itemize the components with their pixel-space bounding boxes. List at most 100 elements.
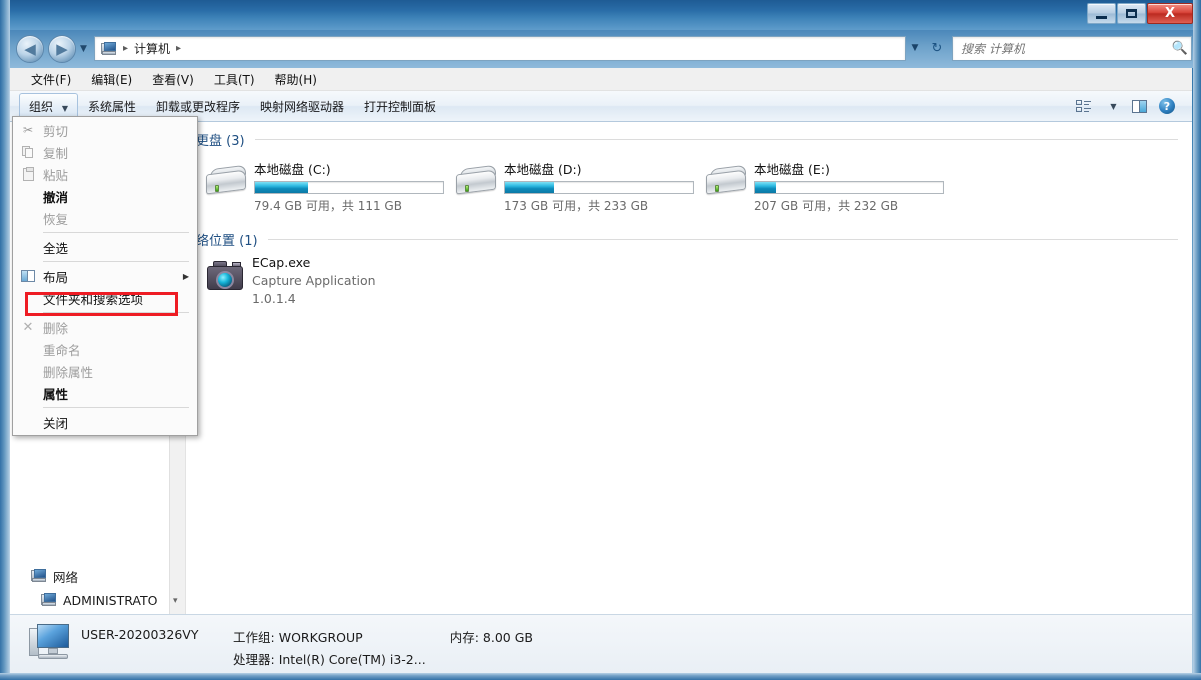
camera-icon xyxy=(204,255,246,295)
menu-item-cut[interactable]: ✂ 剪切 xyxy=(13,119,197,141)
menu-help[interactable]: 帮助(H) xyxy=(265,68,327,91)
close-button[interactable]: X xyxy=(1147,3,1193,24)
menu-item-label: 恢复 xyxy=(43,209,68,228)
network-computers-list: ADMINISTRATO ASUS-PC DABAO DESKTOP DESKT… xyxy=(9,588,186,614)
drive-tile-e[interactable]: 本地磁盘 (E:) 207 GB 可用，共 232 GB xyxy=(704,157,954,216)
status-memory-column: 内存: 8.00 GB xyxy=(450,627,570,668)
sidebar-item-label: ADMINISTRATO xyxy=(63,593,158,608)
view-dropdown-button[interactable]: ▼ xyxy=(1098,95,1124,118)
explorer-window: X ◀ ▶ ▼ ▸ 计算机 ▸ ▼ ↻ 🔍 xyxy=(0,0,1201,680)
menu-item-folder-and-search-options[interactable]: 文件夹和搜索选项 xyxy=(13,287,197,309)
menu-tools[interactable]: 工具(T) xyxy=(204,68,265,91)
toolbar-right-group: ▼ ? xyxy=(1070,95,1192,118)
forward-button[interactable]: ▶ xyxy=(48,35,76,63)
menu-item-close[interactable]: 关闭 xyxy=(13,411,197,433)
minimize-button[interactable] xyxy=(1087,3,1116,24)
group-title: 更盘 (3) xyxy=(196,130,245,149)
breadcrumb-separator-1[interactable]: ▸ xyxy=(172,43,185,54)
no-icon xyxy=(13,360,43,382)
delete-x-icon: ✕ xyxy=(13,316,43,338)
menu-item-label: 全选 xyxy=(43,238,68,257)
network-icon xyxy=(31,569,47,583)
window-controls: X xyxy=(1086,3,1193,24)
menu-item-copy[interactable]: 复制 xyxy=(13,141,197,163)
no-icon xyxy=(13,236,43,258)
address-bar[interactable]: ▸ 计算机 ▸ xyxy=(94,36,906,61)
menu-item-delete[interactable]: ✕ 删除 xyxy=(13,316,197,338)
menu-edit[interactable]: 编辑(E) xyxy=(81,68,142,91)
drive-capacity-bar xyxy=(504,181,694,194)
copy-icon xyxy=(13,141,43,163)
window-border-bottom xyxy=(0,673,1201,680)
breadcrumb-item-computer[interactable]: 计算机 xyxy=(132,40,172,57)
scissors-icon: ✂ xyxy=(13,119,43,141)
file-tile-ecap[interactable]: ECap.exe Capture Application 1.0.1.4 xyxy=(186,251,1192,309)
menu-item-label: 删除 xyxy=(43,318,68,337)
chevron-down-icon: ▼ xyxy=(912,43,919,53)
no-icon xyxy=(13,287,43,309)
computer-name-value: USER-20200326VY xyxy=(81,627,233,642)
workgroup-row: 工作组: WORKGROUP xyxy=(233,627,426,646)
workgroup-label: 工作组: xyxy=(233,630,275,645)
preview-pane-icon xyxy=(1132,100,1147,113)
hard-drive-icon xyxy=(204,159,248,199)
chevron-down-icon: ▼ xyxy=(80,44,87,54)
sidebar-item-network[interactable]: 网络 xyxy=(9,564,78,588)
recent-locations-button[interactable]: ▼ xyxy=(80,44,90,54)
menu-item-label: 关闭 xyxy=(43,413,68,432)
file-name: ECap.exe xyxy=(252,255,1192,270)
file-version: 1.0.1.4 xyxy=(252,291,1192,306)
computer-icon xyxy=(41,593,57,607)
menu-item-paste[interactable]: 粘贴 xyxy=(13,163,197,185)
menu-separator xyxy=(43,261,189,262)
menu-item-label: 撤消 xyxy=(43,187,68,206)
scroll-down-icon[interactable]: ▾ xyxy=(173,596,178,606)
drive-capacity-fill xyxy=(255,182,308,193)
menu-item-select-all[interactable]: 全选 xyxy=(13,236,197,258)
paste-icon xyxy=(13,163,43,185)
menu-view[interactable]: 查看(V) xyxy=(142,68,204,91)
processor-row: 处理器: Intel(R) Core(TM) i3-2... xyxy=(233,649,426,668)
menu-bar: 文件(F) 编辑(E) 查看(V) 工具(T) 帮助(H) xyxy=(9,68,1192,91)
breadcrumb-separator-0[interactable]: ▸ xyxy=(119,43,132,54)
status-details: USER-20200326VY 工作组: WORKGROUP 处理器: Inte… xyxy=(81,623,570,668)
menu-item-label: 布局 xyxy=(43,267,68,286)
menu-item-layout[interactable]: 布局 ▶ xyxy=(13,265,197,287)
menu-item-label: 重命名 xyxy=(43,340,81,359)
sidebar-item-administrato[interactable]: ADMINISTRATO xyxy=(9,588,186,612)
status-bar: USER-20200326VY 工作组: WORKGROUP 处理器: Inte… xyxy=(9,614,1192,673)
status-computer-name-column: USER-20200326VY xyxy=(81,627,233,668)
search-box[interactable]: 🔍 xyxy=(952,36,1192,61)
back-arrow-icon: ◀ xyxy=(24,42,36,57)
drive-name: 本地磁盘 (C:) xyxy=(254,159,454,178)
menu-separator xyxy=(43,407,189,408)
menu-file[interactable]: 文件(F) xyxy=(21,68,81,91)
change-view-button[interactable] xyxy=(1070,95,1096,118)
no-icon xyxy=(13,411,43,433)
drive-tile-c[interactable]: 本地磁盘 (C:) 79.4 GB 可用，共 111 GB xyxy=(204,157,454,216)
open-control-panel-button[interactable]: 打开控制面板 xyxy=(354,93,446,120)
group-divider xyxy=(255,139,1178,140)
drive-capacity-fill xyxy=(505,182,554,193)
drive-tile-d[interactable]: 本地磁盘 (D:) 173 GB 可用，共 233 GB xyxy=(454,157,704,216)
address-dropdown-button[interactable]: ▼ xyxy=(906,39,924,57)
group-header-hard-drives: 更盘 (3) xyxy=(186,122,1192,151)
maximize-button[interactable] xyxy=(1117,3,1146,24)
menu-item-redo[interactable]: 恢复 xyxy=(13,207,197,229)
content-pane: 更盘 (3) 本地磁盘 (C:) 79.4 GB 可用，共 111 GB xyxy=(186,122,1192,614)
preview-pane-button[interactable] xyxy=(1126,95,1152,118)
map-network-drive-button[interactable]: 映射网络驱动器 xyxy=(250,93,354,120)
hard-drive-icon xyxy=(454,159,498,199)
title-bar: X xyxy=(0,0,1201,30)
menu-item-properties[interactable]: 属性 xyxy=(13,382,197,404)
menu-item-remove-properties[interactable]: 删除属性 xyxy=(13,360,197,382)
menu-item-rename[interactable]: 重命名 xyxy=(13,338,197,360)
menu-item-undo[interactable]: 撤消 xyxy=(13,185,197,207)
search-input[interactable] xyxy=(953,42,1169,56)
menu-item-label: 删除属性 xyxy=(43,362,93,381)
help-button[interactable]: ? xyxy=(1154,95,1180,118)
refresh-button[interactable]: ↻ xyxy=(926,37,948,59)
maximize-icon xyxy=(1126,9,1137,18)
file-description: Capture Application xyxy=(252,273,1192,288)
back-button[interactable]: ◀ xyxy=(16,35,44,63)
